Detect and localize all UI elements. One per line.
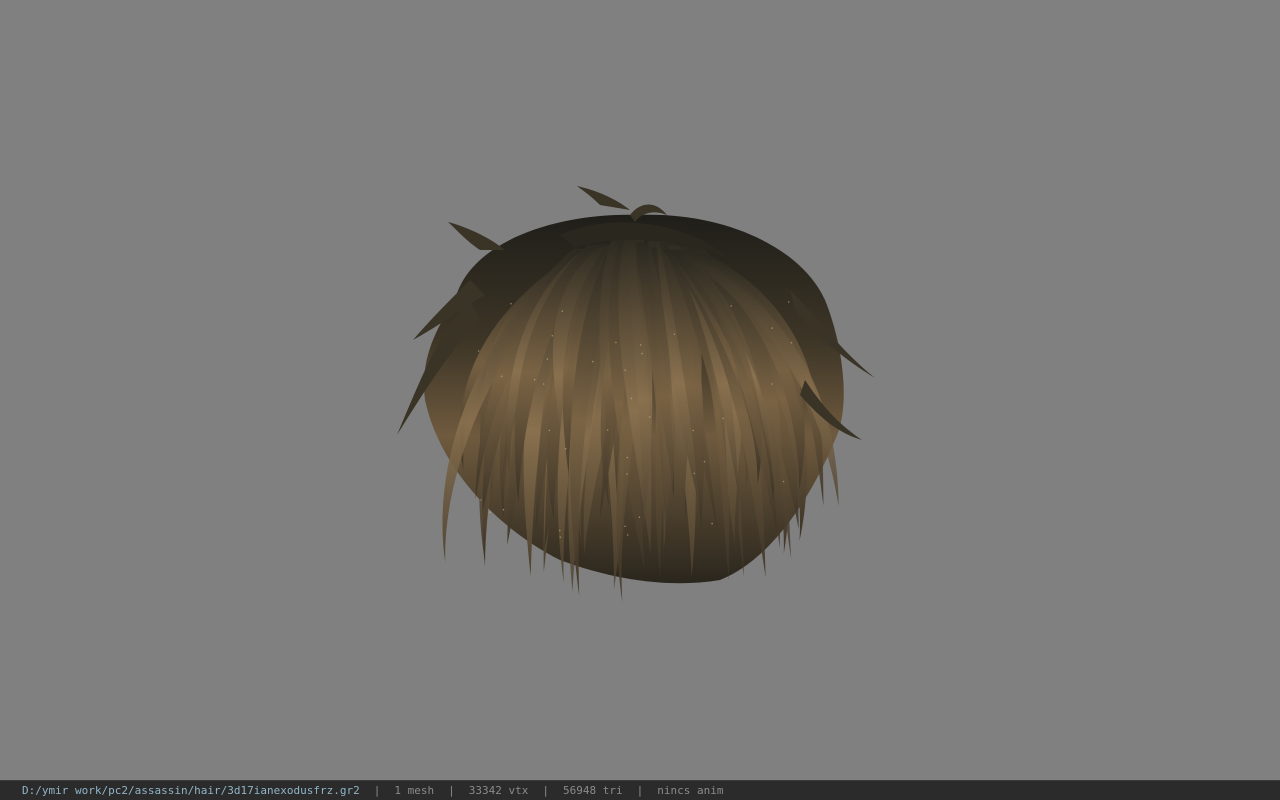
triangle-count: 56948 tri (563, 784, 623, 797)
hair-specular-dot (722, 417, 724, 420)
hair-specular-dot (626, 456, 629, 459)
hair-specular-dot (559, 536, 562, 538)
hair-specular-dot (564, 447, 567, 450)
hair-specular-dot (502, 508, 505, 511)
mesh-count: 1 mesh (394, 784, 435, 797)
hair-specular-dot (771, 327, 773, 329)
animation-status: nincs anim (657, 784, 724, 797)
hair-specular-dot (782, 480, 785, 483)
hair-specular-dot (542, 383, 545, 385)
hair-flyaway-strand (448, 222, 505, 250)
3d-viewport[interactable] (0, 0, 1280, 780)
hair-specular-dot (548, 429, 551, 432)
hair-specular-dot (615, 341, 617, 344)
separator: | (542, 784, 549, 797)
hair-specular-dot (477, 350, 480, 352)
hair-specular-dot (558, 529, 561, 532)
hair-specular-dot (606, 429, 609, 431)
hair-specular-dot (711, 522, 713, 525)
hair-specular-dot (533, 378, 536, 381)
hair-specular-dot (546, 358, 549, 360)
hair-model-render[interactable] (0, 0, 1280, 780)
hair-specular-dot (730, 305, 732, 307)
hair-specular-dot (703, 460, 706, 463)
hair-specular-dot (510, 302, 512, 305)
hair-specular-dot (626, 534, 629, 536)
separator: | (448, 784, 455, 797)
separator: | (373, 784, 381, 797)
hair-specular-dot (626, 473, 628, 475)
hair-specular-dot (489, 511, 491, 513)
hair-specular-dot (639, 344, 642, 346)
hair-specular-dot (500, 375, 503, 378)
hair-specular-dot (551, 334, 554, 337)
hair-specular-dot (624, 369, 626, 371)
hair-mesh (397, 186, 875, 603)
hair-specular-dot (787, 301, 790, 303)
hair-specular-dot (648, 416, 651, 418)
hair-specular-dot (638, 516, 641, 518)
vertex-count: 33342 vtx (468, 784, 529, 797)
status-bar: D:/ymir work/pc2/assassin/hair/3d17ianex… (0, 780, 1280, 800)
hair-specular-dot (692, 429, 694, 432)
file-path: D:/ymir work/pc2/assassin/hair/3d17ianex… (22, 784, 360, 797)
hair-specular-dot (790, 341, 793, 344)
hair-specular-dot (561, 310, 564, 313)
hair-specular-dot (673, 333, 676, 336)
hair-specular-dot (480, 499, 482, 501)
hair-specular-dot (592, 360, 594, 363)
hair-flyaway-strand (577, 186, 630, 210)
hair-specular-dot (771, 383, 774, 385)
hair-specular-dot (693, 472, 696, 475)
hair-specular-dot (630, 397, 633, 400)
hair-specular-dot (624, 525, 626, 528)
hair-specular-dot (641, 352, 643, 355)
separator: | (636, 784, 644, 797)
